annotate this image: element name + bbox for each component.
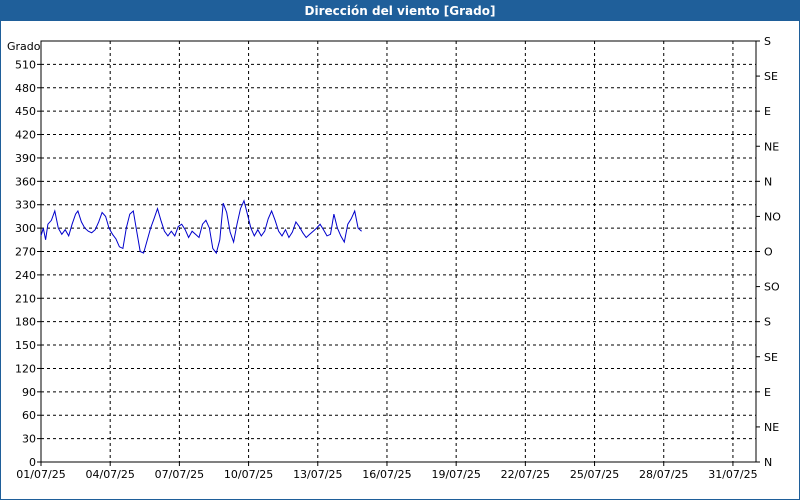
- y-tick-label: 510: [15, 58, 36, 71]
- x-axis-ticks: 01/07/25 04/07/25 07/07/25 10/07/25 13/07/25…: [16, 462, 758, 481]
- y-tick-label: 90: [22, 386, 36, 399]
- y2-tick-label: SE: [764, 70, 778, 83]
- y-tick-label: 60: [22, 409, 36, 422]
- y-tick-label: 120: [15, 362, 36, 375]
- y-tick-label: 210: [15, 292, 36, 305]
- y2-tick-label: SO: [764, 281, 780, 294]
- y-axis-ticks: 0306090120150180210240270300330360390420…: [15, 58, 41, 469]
- y-tick-label: 450: [15, 105, 36, 118]
- series-group: [40, 199, 362, 255]
- y-tick-label: 390: [15, 152, 36, 165]
- y2-tick-label: S: [764, 316, 771, 329]
- x-tick-label: 04/07/25: [85, 468, 134, 481]
- y-tick-label: 330: [15, 199, 36, 212]
- y2-tick-label: E: [764, 386, 771, 399]
- y2-tick-label: NO: [764, 210, 781, 223]
- wind-direction-chart: Grado 0306090120150180210240270300330360…: [7, 35, 781, 481]
- y-axis-label: Grado: [7, 40, 41, 53]
- y2-tick-label: N: [764, 175, 772, 188]
- y-tick-label: 150: [15, 339, 36, 352]
- y2-tick-label: NE: [764, 421, 779, 434]
- y2-tick-label: SE: [764, 351, 778, 364]
- x-tick-label: 01/07/25: [16, 468, 65, 481]
- y2-tick-label: S: [764, 35, 771, 48]
- y2-tick-label: NE: [764, 140, 779, 153]
- y-tick-label: 30: [22, 433, 36, 446]
- y2-tick-label: N: [764, 456, 772, 469]
- y-tick-label: 300: [15, 222, 36, 235]
- y-tick-label: 420: [15, 129, 36, 142]
- y-tick-label: 240: [15, 269, 36, 282]
- y-tick-label: 480: [15, 82, 36, 95]
- y2-tick-label: E: [764, 105, 771, 118]
- y-tick-label: 270: [15, 246, 36, 259]
- x-tick-label: 22/07/25: [501, 468, 550, 481]
- y2-axis-ticks: N NE E SE S SO O NO N NE E SE S: [756, 35, 781, 469]
- x-tick-label: 28/07/25: [639, 468, 688, 481]
- grid-lines: [41, 41, 756, 462]
- y2-tick-label: O: [764, 246, 773, 259]
- series-line: [40, 199, 362, 255]
- y-tick-label: 360: [15, 175, 36, 188]
- x-tick-label: 19/07/25: [431, 468, 480, 481]
- y-tick-label: 180: [15, 316, 36, 329]
- x-tick-label: 31/07/25: [708, 468, 757, 481]
- x-tick-label: 07/07/25: [155, 468, 204, 481]
- x-tick-label: 13/07/25: [293, 468, 342, 481]
- x-tick-label: 16/07/25: [362, 468, 411, 481]
- x-tick-label: 25/07/25: [570, 468, 619, 481]
- x-tick-label: 10/07/25: [224, 468, 273, 481]
